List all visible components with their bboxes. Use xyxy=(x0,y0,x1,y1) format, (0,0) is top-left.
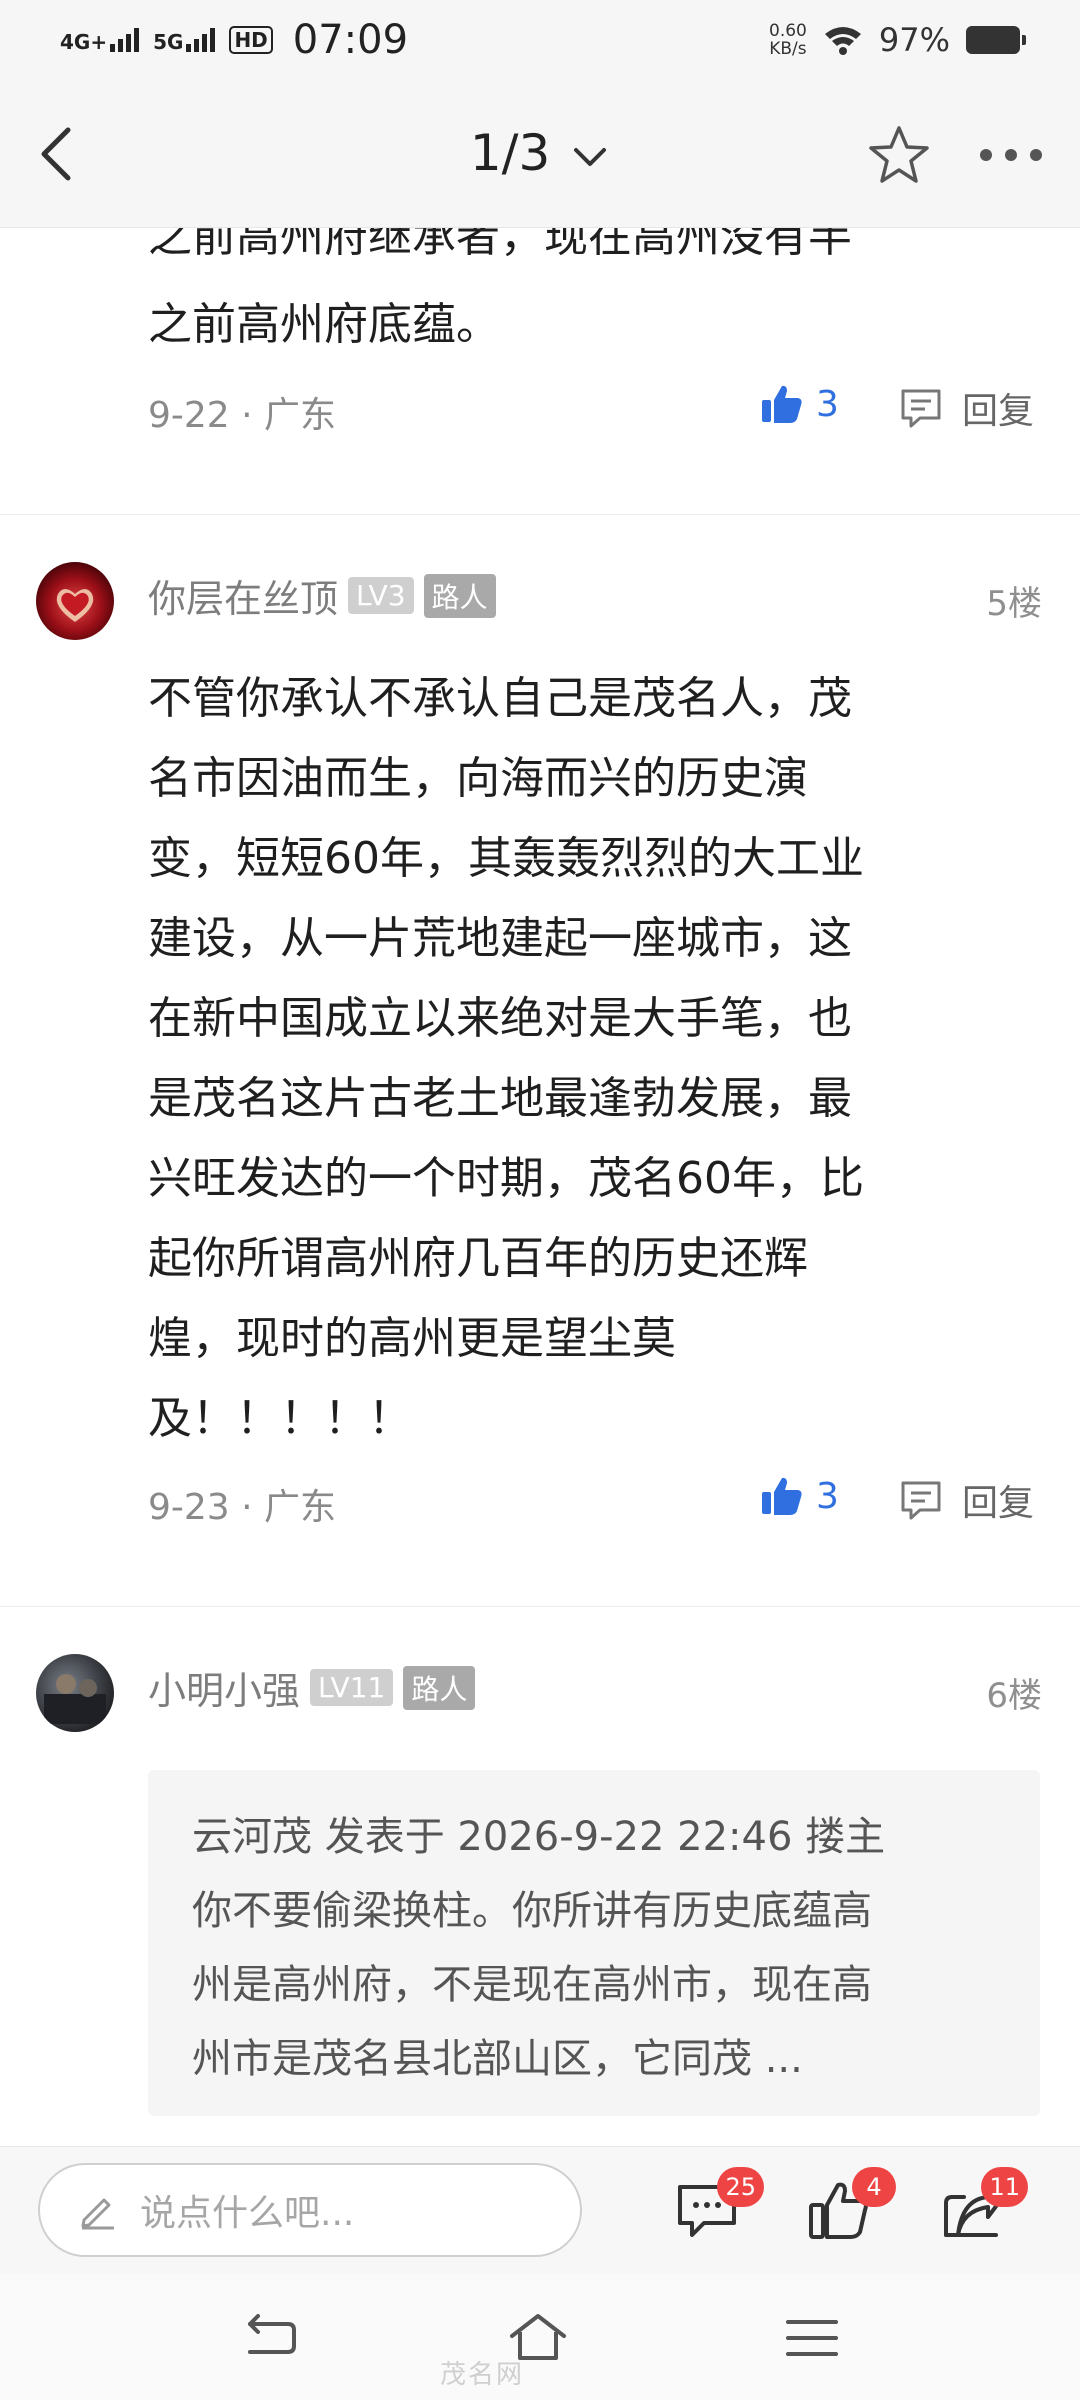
status-bar: 4G+ 5G HD 07:09 0.60 KB/s 97% xyxy=(0,0,1080,80)
comment-placeholder: 说点什么吧... xyxy=(140,2193,355,2234)
reply-label: 回复 xyxy=(962,1483,1035,1524)
post-text-line: 变，短短60年，其轰轰烈烈的大工业 xyxy=(148,833,864,884)
cellular-signal-1: 4G+ xyxy=(60,28,140,54)
signal-type-2: 5G xyxy=(153,30,184,54)
quote-line: 州是高州府，不是现在高州市，现在高 xyxy=(192,1962,872,2008)
hd-voice-icon: HD xyxy=(229,26,273,54)
reply-button[interactable]: 回复 xyxy=(898,1474,1034,1526)
quote-line: 州市是茂名县北部山区，它同茂 ... xyxy=(192,2036,803,2082)
like-count: 3 xyxy=(816,383,839,425)
level-badge: LV3 xyxy=(348,577,414,614)
like-count: 3 xyxy=(816,1475,839,1517)
reply-bubble-icon xyxy=(901,1481,941,1520)
like-button[interactable]: 3 xyxy=(760,1474,839,1518)
favorite-star-icon[interactable] xyxy=(868,124,930,186)
reply-label: 回复 xyxy=(962,391,1035,432)
post-text-line: 起你所谓高州府几百年的历史还辉 xyxy=(148,1233,808,1284)
likes-count-badge: 4 xyxy=(852,2167,896,2207)
post-text-line: 不管你承认不承认自己是茂名人，茂 xyxy=(148,673,852,724)
post-text-line: 及！！！！！ xyxy=(148,1393,412,1444)
more-options-icon[interactable] xyxy=(976,130,1046,180)
level-badge: LV11 xyxy=(310,1669,394,1706)
divider xyxy=(0,1606,1080,1607)
shares-count-badge: 11 xyxy=(981,2167,1028,2207)
reply-button[interactable]: 回复 xyxy=(898,382,1034,434)
quoted-reply[interactable]: 云河茂 发表于 2026-9-22 22:46 搂主 你不要偷梁换柱。你所讲有历… xyxy=(148,1770,1040,2116)
post-text-line: 名市因油而生，向海而兴的历史演 xyxy=(148,753,808,804)
post-meta: 9-23 · 广东 xyxy=(148,1478,336,1530)
floor-number: 6楼 xyxy=(986,1676,1042,1716)
user-info-row: 你层在丝顶 LV3 路人 xyxy=(148,568,496,623)
post-text-line: 在新中国成立以来绝对是大手笔，也 xyxy=(148,993,852,1044)
battery-percent: 97% xyxy=(878,21,950,59)
quote-line: 云河茂 发表于 2026-9-22 22:46 搂主 xyxy=(192,1814,886,1860)
meta-dot: · xyxy=(241,395,265,436)
avatar[interactable] xyxy=(36,1654,114,1732)
like-post-button[interactable]: 4 xyxy=(806,2167,896,2243)
role-badge: 路人 xyxy=(423,573,496,618)
comments-button[interactable]: 25 xyxy=(674,2167,764,2243)
clock: 07:09 xyxy=(292,17,409,63)
network-speed-value: 0.60 xyxy=(769,21,807,41)
comments-count-badge: 25 xyxy=(717,2167,764,2207)
page-indicator: 1/3 xyxy=(469,124,551,182)
system-navigation-bar: 茂名网 xyxy=(0,2274,1080,2400)
avatar[interactable] xyxy=(36,562,114,640)
signal-bars-icon xyxy=(186,28,216,52)
role-badge: 路人 xyxy=(403,1665,476,1710)
watermark: 茂名网 xyxy=(440,2360,525,2390)
system-menu-icon[interactable] xyxy=(782,2310,842,2366)
reply-bubble-icon xyxy=(901,389,941,428)
post-text-line: 是茂名这片古老土地最逢勃发展，最 xyxy=(148,1073,852,1124)
floor-number: 5楼 xyxy=(986,584,1042,624)
top-nav-bar: 1/3 xyxy=(0,80,1080,228)
cellular-signal-2: 5G xyxy=(153,28,216,54)
comment-input[interactable]: 说点什么吧... xyxy=(38,2163,582,2257)
system-back-icon[interactable] xyxy=(240,2310,300,2366)
photo-avatar-image xyxy=(44,1674,106,1724)
meta-dot: · xyxy=(241,1487,265,1528)
post-date: 9-22 xyxy=(148,395,230,436)
comment-bar: 说点什么吧... 25 4 11 xyxy=(0,2146,1080,2274)
divider xyxy=(0,514,1080,515)
battery-icon xyxy=(966,26,1026,54)
post-text-line: 之前高州府底蕴。 xyxy=(148,299,500,350)
network-speed-unit: KB/s xyxy=(769,39,807,59)
share-button[interactable]: 11 xyxy=(938,2167,1028,2243)
wifi-icon xyxy=(824,27,861,55)
username[interactable]: 小明小强 xyxy=(148,1660,300,1715)
user-info-row: 小明小强 LV11 路人 xyxy=(148,1660,476,1715)
network-speed: 0.60 KB/s xyxy=(769,22,807,58)
hearts-avatar-image xyxy=(56,589,94,622)
post-text-line: 煌，现时的高州更是望尘莫 xyxy=(148,1313,676,1364)
post-date: 9-23 xyxy=(148,1487,230,1528)
post-location: 广东 xyxy=(264,1487,337,1528)
thread-content[interactable]: 之前高州府继承者，现在高州没有半 之前高州府底蕴。 9-22 · 广东 3 回复… xyxy=(0,228,1080,2146)
quote-line: 你不要偷梁换柱。你所讲有历史底蕴高 xyxy=(192,1888,872,1934)
post-text-line: 之前高州府继承者，现在高州没有半 xyxy=(148,228,852,262)
signal-bars-icon xyxy=(110,28,140,52)
signal-type-1: 4G+ xyxy=(60,30,108,54)
chevron-down-icon xyxy=(574,147,607,166)
username[interactable]: 你层在丝顶 xyxy=(148,568,338,623)
thumbs-up-icon xyxy=(762,385,802,423)
post-meta: 9-22 · 广东 xyxy=(148,386,336,438)
thumbs-up-icon xyxy=(762,1477,802,1515)
post-text-line: 兴旺发达的一个时期，茂名60年，比 xyxy=(148,1153,864,1204)
post-text-line: 建设，从一片荒地建起一座城市，这 xyxy=(148,913,852,964)
post-location: 广东 xyxy=(264,395,337,436)
like-button[interactable]: 3 xyxy=(760,382,839,426)
pencil-icon xyxy=(81,2198,114,2230)
